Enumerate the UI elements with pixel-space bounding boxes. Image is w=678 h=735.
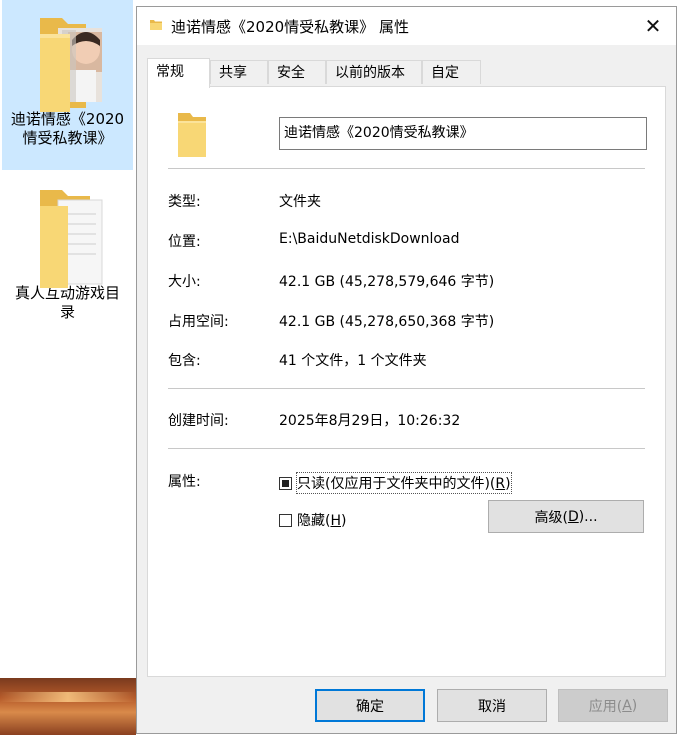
advanced-button[interactable]: 高级(D)... <box>488 500 644 533</box>
divider <box>168 388 645 389</box>
created-value: 2025年8月29日，10:26:32 <box>279 413 461 429</box>
close-icon: ✕ <box>644 14 662 38</box>
hidden-text-end: ) <box>341 513 347 529</box>
readonly-text: 只读(仅应用于文件夹中的文件)( <box>297 476 496 492</box>
type-value: 文件夹 <box>279 194 321 210</box>
readonly-checkbox[interactable]: 只读(仅应用于文件夹中的文件)(R) <box>279 472 512 494</box>
size-value: 42.1 GB (45,278,579,646 字节) <box>279 274 495 290</box>
size-on-disk-value: 42.1 GB (45,278,650,368 字节) <box>279 314 495 330</box>
hidden-checkbox-box[interactable] <box>279 513 292 527</box>
folder-icon <box>149 18 163 36</box>
folder-label-line2: 录 <box>59 303 75 321</box>
readonly-checkbox-box[interactable] <box>279 476 292 490</box>
desktop: 迪诺情感《2020 情受私教课》 真人互动游戏目 录 <box>0 0 136 735</box>
contains-label: 包含: <box>168 353 201 369</box>
hidden-checkbox-label: 隐藏(H) <box>297 510 346 530</box>
size-on-disk-label: 占用空间: <box>168 314 229 330</box>
attributes-label: 属性: <box>168 474 201 490</box>
apply-text: 应用( <box>588 698 623 715</box>
folder-documents-icon <box>28 184 108 288</box>
tab-security[interactable]: 安全 <box>268 60 326 84</box>
size-label: 大小: <box>168 274 201 290</box>
contains-value: 41 个文件，1 个文件夹 <box>279 353 427 369</box>
apply-text-end: ) <box>631 697 638 714</box>
general-panel: 迪诺情感《2020情受私教课》 类型: 文件夹 位置: E:\BaiduNetd… <box>147 86 666 677</box>
properties-dialog: 迪诺情感《2020情受私教课》 属性 ✕ 常规 共享 安全 以前的版本 自定义 … <box>136 6 677 734</box>
tab-customize[interactable]: 自定义 <box>422 60 481 105</box>
apply-accesskey: A <box>622 697 632 714</box>
readonly-accesskey: R <box>495 476 506 492</box>
folder-icon <box>176 109 210 165</box>
advanced-text: 高级( <box>534 509 568 526</box>
location-label: 位置: <box>168 234 201 250</box>
ok-button[interactable]: 确定 <box>315 689 425 722</box>
hidden-accesskey: H <box>330 513 341 529</box>
tab-general[interactable]: 常规 <box>147 58 210 88</box>
desktop-folder-item[interactable]: 真人互动游戏目 录 <box>2 178 133 338</box>
type-label: 类型: <box>168 194 201 210</box>
tab-previous-versions[interactable]: 以前的版本 <box>326 60 422 84</box>
advanced-accesskey: D <box>567 508 579 525</box>
hidden-text: 隐藏( <box>297 513 331 529</box>
folder-label-line2: 情受私教课》 <box>22 129 113 147</box>
folder-name-input[interactable]: 迪诺情感《2020情受私教课》 <box>279 117 647 150</box>
window-title: 迪诺情感《2020情受私教课》 属性 <box>171 18 409 36</box>
tab-sharing[interactable]: 共享 <box>210 60 268 84</box>
apply-button[interactable]: 应用(A) <box>558 689 668 722</box>
created-label: 创建时间: <box>168 413 229 429</box>
wallpaper-sunset <box>0 678 136 735</box>
desktop-folder-item[interactable]: 迪诺情感《2020 情受私教课》 <box>2 0 133 170</box>
advanced-text-end: )... <box>578 508 598 525</box>
divider <box>168 448 645 449</box>
readonly-checkbox-label: 只读(仅应用于文件夹中的文件)(R) <box>296 472 512 494</box>
folder-thumbnail-icon <box>28 10 108 112</box>
divider <box>168 168 645 169</box>
close-button[interactable]: ✕ <box>630 7 676 45</box>
title-bar[interactable]: 迪诺情感《2020情受私教课》 属性 ✕ <box>137 7 676 45</box>
location-value: E:\BaiduNetdiskDownload <box>279 231 460 247</box>
cancel-button[interactable]: 取消 <box>437 689 547 722</box>
readonly-text-end: ) <box>505 476 511 492</box>
hidden-checkbox[interactable]: 隐藏(H) <box>279 510 346 530</box>
